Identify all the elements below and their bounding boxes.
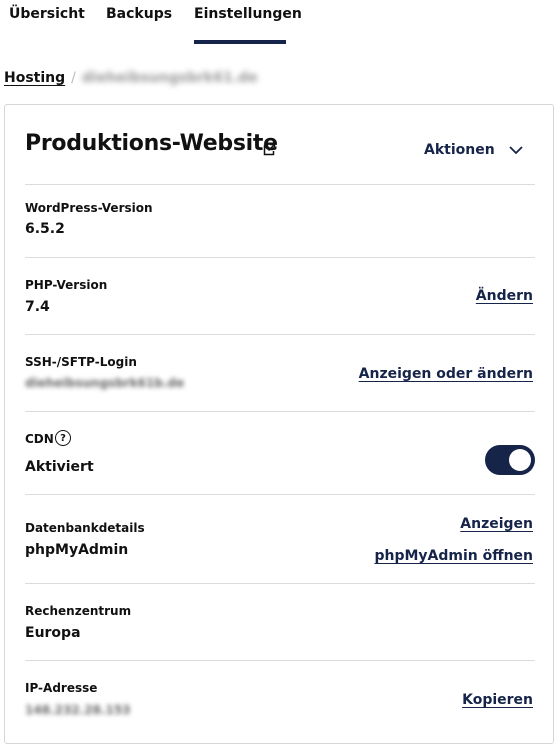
divider bbox=[25, 494, 535, 495]
wordpress-version-label: WordPress-Version bbox=[25, 201, 153, 215]
active-tab-indicator bbox=[194, 40, 286, 44]
ssh-login-value: dieheibsungsbrk61b.de bbox=[25, 376, 185, 390]
divider bbox=[25, 660, 535, 661]
help-icon[interactable]: ? bbox=[55, 430, 71, 446]
divider bbox=[25, 334, 535, 335]
show-or-change-ssh-link[interactable]: Anzeigen oder ändern bbox=[359, 366, 533, 382]
cdn-toggle[interactable] bbox=[485, 445, 535, 475]
tab-settings[interactable]: Einstellungen bbox=[194, 6, 302, 22]
wordpress-version-value: 6.5.2 bbox=[25, 221, 65, 237]
divider bbox=[25, 411, 535, 412]
ip-address-value: 148.232.28.153 bbox=[25, 703, 131, 717]
show-database-details-link[interactable]: Anzeigen bbox=[460, 516, 533, 532]
divider bbox=[25, 184, 535, 185]
tab-bar: Übersicht Backups Einstellungen bbox=[0, 0, 558, 44]
page-title: Produktions-Website bbox=[25, 131, 278, 156]
actions-dropdown[interactable]: Aktionen bbox=[424, 142, 523, 158]
website-settings-card: Produktions-Website Aktionen WordPress-V… bbox=[4, 104, 554, 744]
chevron-down-icon bbox=[509, 146, 523, 155]
breadcrumb-hosting-link[interactable]: Hosting bbox=[4, 70, 65, 86]
open-phpmyadmin-link[interactable]: phpMyAdmin öffnen bbox=[374, 548, 533, 564]
php-version-label: PHP-Version bbox=[25, 278, 108, 292]
php-version-value: 7.4 bbox=[25, 299, 50, 315]
cdn-label: CDN bbox=[25, 432, 54, 446]
breadcrumb-current-domain: dieheibsungsbrk61.de bbox=[81, 70, 258, 86]
external-link-icon[interactable] bbox=[262, 143, 276, 157]
breadcrumb: Hosting / dieheibsungsbrk61.de bbox=[4, 70, 258, 86]
toggle-knob bbox=[509, 449, 531, 471]
change-php-version-link[interactable]: Ändern bbox=[476, 288, 533, 304]
ip-address-label: IP-Adresse bbox=[25, 681, 98, 695]
breadcrumb-separator: / bbox=[71, 70, 76, 86]
datacenter-label: Rechenzentrum bbox=[25, 604, 132, 618]
datacenter-value: Europa bbox=[25, 625, 81, 641]
database-details-label: Datenbankdetails bbox=[25, 521, 145, 535]
database-details-value: phpMyAdmin bbox=[25, 542, 129, 558]
divider bbox=[25, 257, 535, 258]
actions-label: Aktionen bbox=[424, 142, 495, 158]
tab-overview[interactable]: Übersicht bbox=[9, 6, 85, 22]
cdn-status-value: Aktiviert bbox=[25, 459, 94, 475]
divider bbox=[25, 583, 535, 584]
tab-backups[interactable]: Backups bbox=[106, 6, 172, 22]
copy-ip-address-link[interactable]: Kopieren bbox=[462, 692, 533, 708]
ssh-login-label: SSH-/SFTP-Login bbox=[25, 355, 137, 369]
